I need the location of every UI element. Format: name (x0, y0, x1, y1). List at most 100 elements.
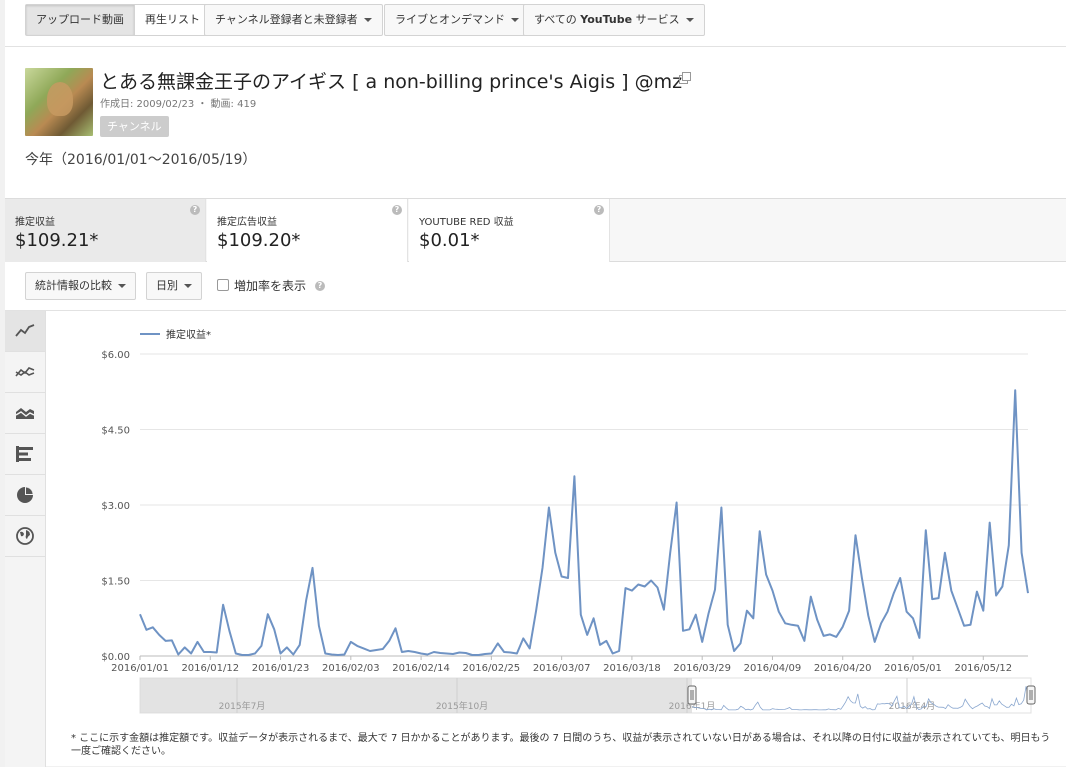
compare-metric-dropdown[interactable]: 統計情報の比較 (25, 272, 136, 300)
navigator-handle[interactable] (1026, 685, 1036, 705)
data-point (796, 623, 801, 628)
subscribers-filter-label: チャンネル登録者と未登録者 (215, 13, 358, 26)
data-point (974, 589, 979, 594)
x-tick-label: 2016/04/20 (814, 663, 872, 674)
data-point (482, 651, 487, 656)
data-point (329, 652, 334, 657)
services-filter-suffix: サービス (632, 13, 680, 26)
y-tick-label: $1.50 (101, 577, 130, 588)
data-point (1000, 584, 1005, 589)
live-filter-label: ライブとオンデマンド (395, 13, 505, 26)
data-point (949, 588, 954, 593)
channel-meta: 作成日: 2009/02/23 ・ 動画: 419 (100, 99, 257, 110)
data-point (981, 608, 986, 613)
data-point (968, 622, 973, 627)
navigator-handle[interactable] (687, 685, 697, 705)
data-point (534, 608, 539, 613)
revenue-line-chart[interactable]: 推定収益* $0.00 $1.50 $3.00 $4.50 $6.00 2016/01/01… (5, 311, 1066, 767)
live-filter-dropdown[interactable]: ライブとオンデマンド (384, 4, 530, 36)
external-link-icon[interactable] (679, 72, 691, 84)
data-point (297, 642, 302, 647)
data-point (476, 652, 481, 657)
data-point (438, 650, 443, 655)
data-point (342, 652, 347, 657)
navigator-label: 2015年10月 (436, 700, 488, 712)
x-tick-label: 2016/01/01 (111, 663, 169, 674)
data-point (1019, 550, 1024, 555)
data-point (393, 626, 398, 631)
data-point (866, 613, 871, 618)
data-point (553, 550, 558, 555)
data-point (348, 639, 353, 644)
data-point (189, 651, 194, 656)
data-point (885, 609, 890, 614)
data-point (610, 651, 615, 656)
subscribers-filter-dropdown[interactable]: チャンネル登録者と未登録者 (204, 4, 383, 36)
data-point (898, 575, 903, 580)
data-point (617, 648, 622, 653)
help-icon[interactable]: ? (392, 205, 402, 215)
help-icon[interactable]: ? (594, 205, 604, 215)
data-point (463, 650, 468, 655)
data-point (738, 641, 743, 646)
data-point (406, 648, 411, 653)
data-point (272, 627, 277, 632)
data-point (700, 639, 705, 644)
metric-tab-red-revenue[interactable]: YOUTUBE RED 収益 $0.01* ? (409, 199, 610, 262)
data-point (361, 646, 366, 651)
data-point (776, 609, 781, 614)
data-point (284, 645, 289, 650)
data-point (138, 612, 143, 617)
data-point (214, 650, 219, 655)
x-tick-label: 2016/05/12 (954, 663, 1012, 674)
data-point (847, 608, 852, 613)
data-point (176, 652, 181, 657)
data-point (374, 647, 379, 652)
data-point (1013, 388, 1018, 393)
data-point (566, 575, 571, 580)
metric-tab-estimated-revenue[interactable]: 推定収益 $109.21* ? (5, 199, 206, 262)
x-tick-label: 2016/05/01 (884, 663, 942, 674)
x-tick-label: 2016/02/14 (392, 663, 450, 674)
data-point (495, 641, 500, 646)
granularity-dropdown[interactable]: 日別 (146, 272, 202, 300)
services-filter-dropdown[interactable]: すべての YouTube サービス (523, 4, 705, 36)
data-point (521, 636, 526, 641)
help-icon[interactable]: ? (190, 205, 200, 215)
caret-down-icon (184, 284, 192, 288)
data-point (757, 529, 762, 534)
channel-avatar[interactable] (25, 68, 93, 136)
data-point (227, 628, 232, 633)
services-filter-prefix: すべての (534, 13, 581, 26)
metric-tab-ad-revenue[interactable]: 推定広告収益 $109.20* ? (207, 199, 408, 262)
data-point (994, 593, 999, 598)
data-point (1026, 591, 1031, 596)
data-point (1006, 543, 1011, 548)
data-point (150, 625, 155, 630)
data-point (585, 632, 590, 637)
data-point (942, 550, 947, 555)
data-point (489, 651, 494, 656)
data-point (208, 649, 213, 654)
data-point (872, 639, 877, 644)
data-point (502, 649, 507, 654)
data-point (195, 639, 200, 644)
data-point (508, 650, 513, 655)
data-point (144, 627, 149, 632)
data-point (751, 616, 756, 621)
data-point (597, 642, 602, 647)
data-point (815, 617, 820, 622)
growth-rate-label[interactable]: 増加率を表示 (234, 277, 306, 294)
channel-title[interactable]: とある無課金王子のアイギス [ a non-billing prince's A… (100, 67, 682, 94)
growth-rate-checkbox[interactable] (217, 279, 229, 291)
data-point (744, 608, 749, 613)
x-tick-label: 2016/02/03 (322, 663, 380, 674)
metric-label: 推定広告収益 (217, 217, 277, 228)
data-point (278, 651, 283, 656)
data-point (681, 628, 686, 633)
data-point (808, 594, 813, 599)
data-point (169, 638, 174, 643)
help-icon[interactable]: ? (315, 281, 325, 291)
playlists-tab[interactable]: 再生リスト (134, 5, 210, 35)
upload-videos-tab[interactable]: アップロード動画 (26, 5, 134, 35)
